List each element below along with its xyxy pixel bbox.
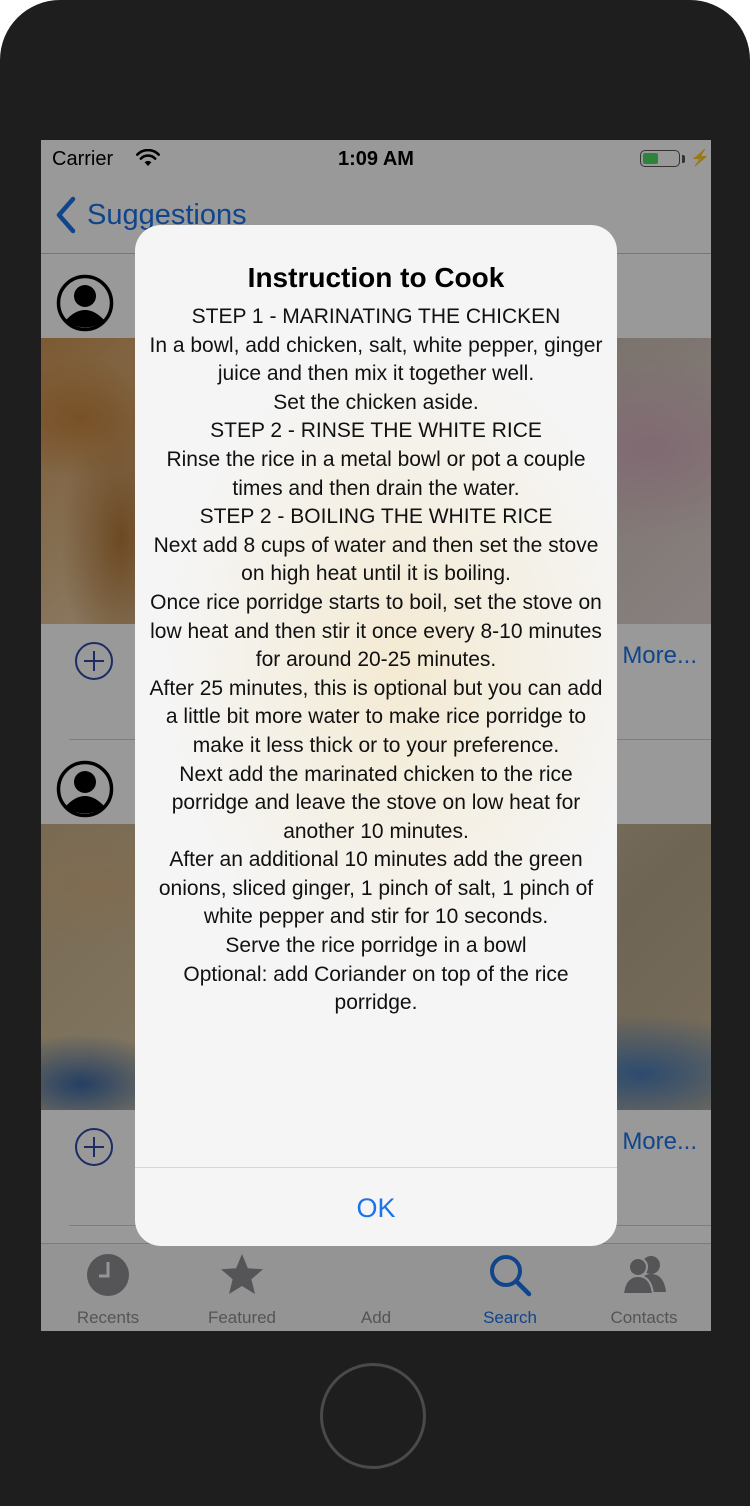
- device-frame: Carrier 1:09 AM ⚡ Suggestions More... Mo…: [0, 0, 750, 1506]
- alert-message: STEP 1 - MARINATING THE CHICKEN In a bow…: [149, 305, 603, 1015]
- alert-dialog: Instruction to Cook STEP 1 - MARINATING …: [135, 225, 617, 1246]
- alert-title: Instruction to Cook: [247, 262, 505, 293]
- home-button[interactable]: [320, 1363, 426, 1469]
- ok-button[interactable]: OK: [135, 1168, 617, 1246]
